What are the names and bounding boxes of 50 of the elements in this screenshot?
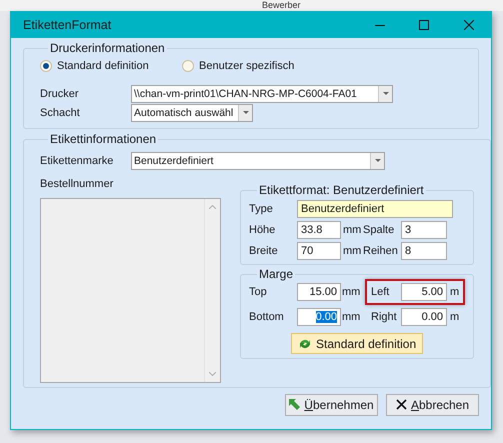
input-field[interactable]: 15.00 [297,283,341,301]
apply-button[interactable]: Übernehmen [285,394,378,416]
field-label: Höhe [249,222,276,238]
input-field[interactable]: 70 [297,242,341,260]
field-label: Left [371,284,390,300]
radio-button[interactable] [40,60,52,72]
unit-label: m [450,310,460,325]
radio-label: Standard definition [57,58,149,74]
input-field[interactable]: Benutzerdefiniert [297,200,453,218]
dropdown-field[interactable]: \\chan-vm-print01\CHAN-NRG-MP-C6004-FA01 [131,85,393,103]
unit-label: mm [343,222,362,238]
arrow-icon [289,398,300,410]
unit-label: m [450,284,460,300]
minimize-icon[interactable] [375,24,385,26]
group-title: Druckerinformationen [49,42,166,55]
radio-button[interactable] [182,60,194,72]
field-label: Schacht [40,106,81,121]
background-text: Bewerber [262,0,302,11]
field-label: Type [249,202,274,217]
input-field[interactable]: 3 [401,221,447,239]
group-title: Etikettinformationen [49,133,158,146]
close-icon [396,399,407,410]
field-label: Breite [249,244,279,259]
field-label: Top [249,284,268,300]
unit-label: mm [342,284,362,300]
maximize-icon[interactable] [419,20,429,30]
window-title: EtikettenFormat [23,16,112,34]
field-label: Bestellnummer [40,177,114,192]
field-label: Drucker [40,86,80,102]
field-label: Bottom [249,310,285,325]
group-title: Etikettformat: Benutzerdefiniert [258,184,425,197]
dropdown-field[interactable]: Automatisch auswähl [131,104,253,122]
field-label: Reihen [363,244,399,259]
input-field[interactable]: 8 [401,242,447,260]
refresh-icon [298,338,312,350]
cancel-button[interactable]: Abbrechen [386,394,479,416]
field-label: Spalte [363,222,396,238]
input-field[interactable]: 5.00 [401,283,447,301]
input-field[interactable]: 0.00 [297,308,341,326]
input-field[interactable]: 0.00 [401,308,447,326]
input-field[interactable]: 33.8 [297,221,341,239]
group-title: Marge [258,268,294,281]
close-icon[interactable] [464,20,474,30]
unit-label: mm [342,310,362,325]
radio-label: Benutzer spezifisch [199,58,294,74]
dropdown-field[interactable]: Benutzerdefiniert [131,152,385,170]
field-label: Etikettenmarke [40,154,114,169]
standard-definition-button[interactable]: Standard definition [291,333,424,354]
unit-label: mm [343,244,362,259]
field-label: Right [371,310,398,325]
